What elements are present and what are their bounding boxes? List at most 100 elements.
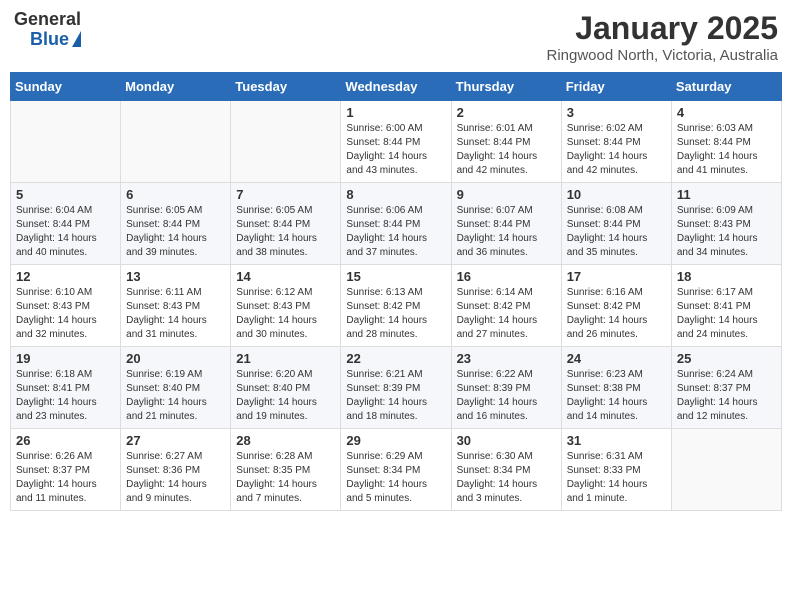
calendar-day-cell: 23 Sunrise: 6:22 AMSunset: 8:39 PMDayligh… (451, 347, 561, 429)
calendar-day-cell: 16 Sunrise: 6:14 AMSunset: 8:42 PMDayligh… (451, 265, 561, 347)
day-info: Sunrise: 6:07 AMSunset: 8:44 PMDaylight:… (457, 204, 556, 260)
day-info: Sunrise: 6:20 AMSunset: 8:40 PMDaylight:… (236, 368, 335, 424)
calendar-day-cell: 29 Sunrise: 6:29 AMSunset: 8:34 PMDayligh… (341, 429, 451, 511)
calendar-table: SundayMondayTuesdayWednesdayThursdayFrid… (10, 72, 782, 511)
logo: General Blue (14, 10, 81, 50)
weekday-header-thursday: Thursday (451, 73, 561, 101)
calendar-day-cell: 21 Sunrise: 6:20 AMSunset: 8:40 PMDayligh… (231, 347, 341, 429)
day-info: Sunrise: 6:23 AMSunset: 8:38 PMDaylight:… (567, 368, 666, 424)
day-number: 21 (236, 351, 335, 366)
day-number: 11 (677, 187, 776, 202)
day-number: 3 (567, 105, 666, 120)
day-info: Sunrise: 6:27 AMSunset: 8:36 PMDaylight:… (126, 450, 225, 506)
calendar-week-row: 12 Sunrise: 6:10 AMSunset: 8:43 PMDayligh… (11, 265, 782, 347)
calendar-day-cell: 6Sunrise: 6:05 AMSunset: 8:44 PMDaylight… (121, 183, 231, 265)
calendar-day-cell: 4 Sunrise: 6:03 AMSunset: 8:44 PMDaylight… (671, 101, 781, 183)
day-info: Sunrise: 6:06 AMSunset: 8:44 PMDaylight:… (346, 204, 445, 260)
day-number: 14 (236, 269, 335, 284)
day-number: 16 (457, 269, 556, 284)
day-info: Sunrise: 6:22 AMSunset: 8:39 PMDaylight:… (457, 368, 556, 424)
calendar-day-cell: 14Sunrise: 6:12 AMSunset: 8:43 PMDayligh… (231, 265, 341, 347)
day-number: 26 (16, 433, 115, 448)
day-number: 28 (236, 433, 335, 448)
calendar-week-row: 1 Sunrise: 6:00 AMSunset: 8:44 PMDaylight… (11, 101, 782, 183)
day-info: Sunrise: 6:24 AMSunset: 8:37 PMDaylight:… (677, 368, 776, 424)
day-info: Sunrise: 6:01 AMSunset: 8:44 PMDaylight:… (457, 122, 556, 178)
calendar-day-cell: 13 Sunrise: 6:11 AMSunset: 8:43 PMDayligh… (121, 265, 231, 347)
calendar-day-cell: 25Sunrise: 6:24 AMSunset: 8:37 PMDayligh… (671, 347, 781, 429)
calendar-day-cell: 17 Sunrise: 6:16 AMSunset: 8:42 PMDayligh… (561, 265, 671, 347)
day-number: 1 (346, 105, 445, 120)
day-info: Sunrise: 6:14 AMSunset: 8:42 PMDaylight:… (457, 286, 556, 342)
day-info: Sunrise: 6:11 AMSunset: 8:43 PMDaylight:… (126, 286, 225, 342)
day-info: Sunrise: 6:28 AMSunset: 8:35 PMDaylight:… (236, 450, 335, 506)
day-info: Sunrise: 6:29 AMSunset: 8:34 PMDaylight:… (346, 450, 445, 506)
day-number: 15 (346, 269, 445, 284)
day-info: Sunrise: 6:17 AMSunset: 8:41 PMDaylight:… (677, 286, 776, 342)
day-number: 12 (16, 269, 115, 284)
day-number: 23 (457, 351, 556, 366)
day-info: Sunrise: 6:10 AMSunset: 8:43 PMDaylight:… (16, 286, 115, 342)
logo-triangle-icon (72, 31, 81, 47)
day-number: 29 (346, 433, 445, 448)
day-info: Sunrise: 6:08 AMSunset: 8:44 PMDaylight:… (567, 204, 666, 260)
day-number: 7 (236, 187, 335, 202)
page-title: January 2025 (546, 10, 778, 47)
calendar-empty-cell (121, 101, 231, 183)
day-number: 5 (16, 187, 115, 202)
day-info: Sunrise: 6:30 AMSunset: 8:34 PMDaylight:… (457, 450, 556, 506)
day-info: Sunrise: 6:13 AMSunset: 8:42 PMDaylight:… (346, 286, 445, 342)
day-number: 19 (16, 351, 115, 366)
day-info: Sunrise: 6:05 AMSunset: 8:44 PMDaylight:… (126, 204, 225, 260)
calendar-day-cell: 10 Sunrise: 6:08 AMSunset: 8:44 PMDayligh… (561, 183, 671, 265)
calendar-day-cell: 9 Sunrise: 6:07 AMSunset: 8:44 PMDaylight… (451, 183, 561, 265)
day-number: 18 (677, 269, 776, 284)
calendar-day-cell: 19Sunrise: 6:18 AMSunset: 8:41 PMDayligh… (11, 347, 121, 429)
day-info: Sunrise: 6:03 AMSunset: 8:44 PMDaylight:… (677, 122, 776, 178)
day-info: Sunrise: 6:05 AMSunset: 8:44 PMDaylight:… (236, 204, 335, 260)
calendar-day-cell: 24 Sunrise: 6:23 AMSunset: 8:38 PMDayligh… (561, 347, 671, 429)
calendar-empty-cell (11, 101, 121, 183)
weekday-header-monday: Monday (121, 73, 231, 101)
calendar-day-cell: 31 Sunrise: 6:31 AMSunset: 8:33 PMDayligh… (561, 429, 671, 511)
day-info: Sunrise: 6:02 AMSunset: 8:44 PMDaylight:… (567, 122, 666, 178)
day-info: Sunrise: 6:00 AMSunset: 8:44 PMDaylight:… (346, 122, 445, 178)
calendar-day-cell: 22 Sunrise: 6:21 AMSunset: 8:39 PMDayligh… (341, 347, 451, 429)
calendar-day-cell: 20Sunrise: 6:19 AMSunset: 8:40 PMDayligh… (121, 347, 231, 429)
day-info: Sunrise: 6:26 AMSunset: 8:37 PMDaylight:… (16, 450, 115, 506)
day-number: 22 (346, 351, 445, 366)
calendar-header-row: SundayMondayTuesdayWednesdayThursdayFrid… (11, 73, 782, 101)
day-info: Sunrise: 6:21 AMSunset: 8:39 PMDaylight:… (346, 368, 445, 424)
calendar-day-cell: 8 Sunrise: 6:06 AMSunset: 8:44 PMDaylight… (341, 183, 451, 265)
weekday-header-tuesday: Tuesday (231, 73, 341, 101)
calendar-empty-cell (231, 101, 341, 183)
calendar-day-cell: 26 Sunrise: 6:26 AMSunset: 8:37 PMDayligh… (11, 429, 121, 511)
day-number: 4 (677, 105, 776, 120)
calendar-day-cell: 2 Sunrise: 6:01 AMSunset: 8:44 PMDaylight… (451, 101, 561, 183)
day-number: 9 (457, 187, 556, 202)
day-number: 24 (567, 351, 666, 366)
day-info: Sunrise: 6:16 AMSunset: 8:42 PMDaylight:… (567, 286, 666, 342)
day-number: 17 (567, 269, 666, 284)
calendar-day-cell: 27Sunrise: 6:27 AMSunset: 8:36 PMDayligh… (121, 429, 231, 511)
title-block: January 2025 Ringwood North, Victoria, A… (546, 10, 778, 64)
logo-blue: Blue (30, 30, 69, 50)
weekday-header-wednesday: Wednesday (341, 73, 451, 101)
day-number: 8 (346, 187, 445, 202)
day-info: Sunrise: 6:31 AMSunset: 8:33 PMDaylight:… (567, 450, 666, 506)
calendar-day-cell: 1 Sunrise: 6:00 AMSunset: 8:44 PMDaylight… (341, 101, 451, 183)
calendar-day-cell: 28 Sunrise: 6:28 AMSunset: 8:35 PMDayligh… (231, 429, 341, 511)
day-number: 20 (126, 351, 225, 366)
day-number: 10 (567, 187, 666, 202)
day-number: 13 (126, 269, 225, 284)
day-number: 31 (567, 433, 666, 448)
weekday-header-saturday: Saturday (671, 73, 781, 101)
logo-general: General (14, 10, 81, 30)
day-number: 30 (457, 433, 556, 448)
day-number: 2 (457, 105, 556, 120)
calendar-day-cell: 15 Sunrise: 6:13 AMSunset: 8:42 PMDayligh… (341, 265, 451, 347)
calendar-week-row: 26 Sunrise: 6:26 AMSunset: 8:37 PMDayligh… (11, 429, 782, 511)
calendar-week-row: 5Sunrise: 6:04 AMSunset: 8:44 PMDaylight… (11, 183, 782, 265)
day-info: Sunrise: 6:09 AMSunset: 8:43 PMDaylight:… (677, 204, 776, 260)
weekday-header-friday: Friday (561, 73, 671, 101)
